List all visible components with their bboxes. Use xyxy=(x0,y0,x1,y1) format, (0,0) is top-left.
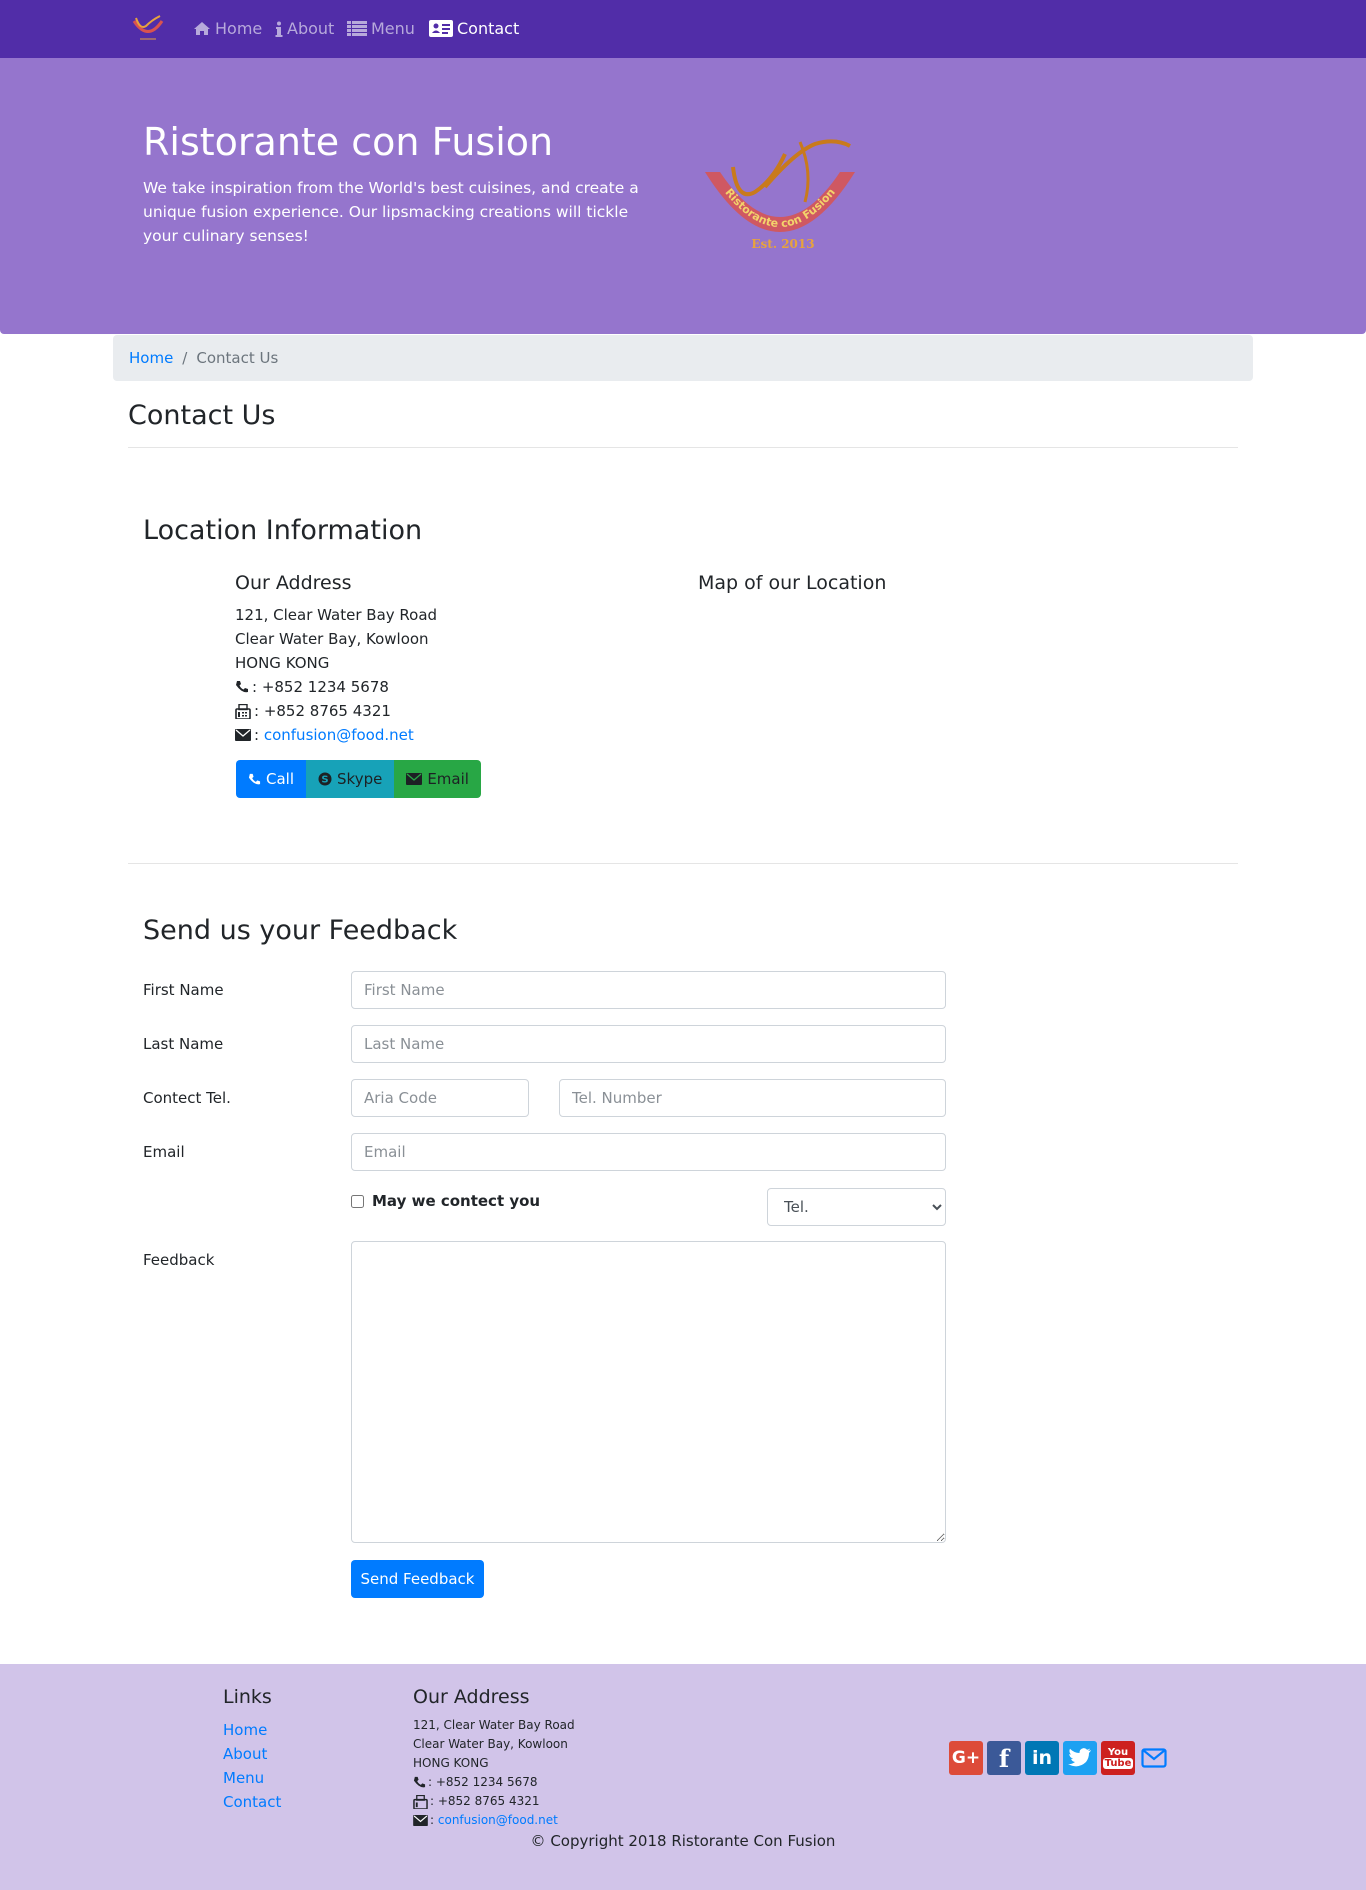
contact-checkbox[interactable] xyxy=(351,1194,364,1208)
breadcrumb-home-link[interactable]: Home xyxy=(129,349,173,367)
address-line: 121, Clear Water Bay Road xyxy=(235,606,438,624)
first-name-label: First Name xyxy=(143,981,224,999)
first-name-input[interactable] xyxy=(351,971,946,1009)
email-link[interactable]: confusion@food.net xyxy=(264,723,414,747)
address-block: 121, Clear Water Bay Road Clear Water Ba… xyxy=(235,603,437,747)
footer-email-line: : confusion@food.net xyxy=(413,1811,575,1830)
nav-contact[interactable]: Contact xyxy=(429,19,519,38)
email-line: : confusion@food.net xyxy=(235,723,437,747)
facebook-icon[interactable]: f xyxy=(987,1741,1021,1775)
twitter-icon[interactable] xyxy=(1063,1741,1097,1775)
nav-menu-label: Menu xyxy=(371,19,415,38)
email-button-label: Email xyxy=(427,770,469,788)
fax-line: : +852 8765 4321 xyxy=(235,699,437,723)
footer-address-block: 121, Clear Water Bay Road Clear Water Ba… xyxy=(413,1716,575,1830)
home-icon xyxy=(193,21,211,36)
address-line: Clear Water Bay, Kowloon xyxy=(235,630,429,648)
nav-home-label: Home xyxy=(215,19,263,38)
restaurant-logo: Ristorante con Fusion Est. 2013 xyxy=(705,139,855,251)
linkedin-icon[interactable]: in xyxy=(1025,1741,1059,1775)
area-code-input[interactable] xyxy=(351,1079,529,1117)
footer xyxy=(0,1664,1366,1890)
footer-address-heading: Our Address xyxy=(413,1686,530,1708)
address-line: HONG KONG xyxy=(235,654,330,672)
feedback-textarea[interactable] xyxy=(351,1241,946,1543)
contact-checkbox-label: May we contect you xyxy=(372,1192,541,1210)
envelope-icon[interactable] xyxy=(1139,1741,1169,1775)
footer-phone-line: : +852 1234 5678 xyxy=(413,1773,575,1792)
footer-links: Home About Menu Contact xyxy=(223,1718,281,1814)
call-button[interactable]: Call xyxy=(236,760,307,798)
nav-about[interactable]: About xyxy=(275,19,334,38)
contact-button-group: Call S Skype Email xyxy=(236,760,481,798)
fax-icon xyxy=(413,1794,428,1809)
breadcrumb-current: Contact Us xyxy=(196,349,279,367)
phone-number: : +852 1234 5678 xyxy=(252,678,389,696)
email-label: Email xyxy=(143,1143,185,1161)
divider xyxy=(128,447,1238,448)
brand-logo[interactable] xyxy=(128,12,168,46)
envelope-icon xyxy=(406,773,423,785)
feedback-heading: Send us your Feedback xyxy=(143,915,458,946)
footer-link-about[interactable]: About xyxy=(223,1742,281,1766)
breadcrumb: Home / Contact Us xyxy=(113,335,1253,381)
skype-button-label: Skype xyxy=(337,770,383,788)
nav-menu[interactable]: Menu xyxy=(347,19,415,38)
footer-address-line: HONG KONG xyxy=(413,1756,489,1770)
address-card-icon xyxy=(429,20,453,37)
phone-icon xyxy=(413,1776,426,1788)
nav-about-label: About xyxy=(287,19,335,38)
last-name-label: Last Name xyxy=(143,1035,224,1053)
footer-address-line: 121, Clear Water Bay Road xyxy=(413,1718,575,1732)
call-button-label: Call xyxy=(266,770,295,788)
email-input[interactable] xyxy=(351,1133,946,1171)
footer-address-line: Clear Water Bay, Kowloon xyxy=(413,1737,568,1751)
skype-icon: S xyxy=(318,772,332,786)
breadcrumb-separator: / xyxy=(182,349,188,367)
footer-fax-line: : +852 8765 4321 xyxy=(413,1792,575,1811)
divider xyxy=(128,863,1238,864)
page-title: Contact Us xyxy=(128,400,276,431)
google-plus-icon[interactable]: G+ xyxy=(949,1741,983,1775)
footer-email-prefix: : xyxy=(430,1813,435,1827)
last-name-input[interactable] xyxy=(351,1025,946,1063)
location-heading: Location Information xyxy=(143,515,423,546)
tel-label: Contect Tel. xyxy=(143,1089,231,1107)
info-icon xyxy=(275,21,283,37)
brand-description: We take inspiration from the World's bes… xyxy=(143,179,639,245)
send-feedback-button[interactable]: Send Feedback xyxy=(351,1560,484,1598)
fax-icon xyxy=(235,703,251,719)
map-heading: Map of our Location xyxy=(698,572,887,594)
list-icon xyxy=(347,21,367,36)
contact-method-select[interactable]: Tel. xyxy=(767,1188,946,1226)
brand-title: Ristorante con Fusion xyxy=(143,120,554,164)
social-links: G+ f in You Tube xyxy=(949,1741,1169,1775)
phone-line: : +852 1234 5678 xyxy=(235,675,437,699)
footer-phone-number: : +852 1234 5678 xyxy=(428,1775,538,1789)
footer-link-home[interactable]: Home xyxy=(223,1718,281,1742)
envelope-icon xyxy=(235,729,251,741)
copyright: © Copyright 2018 Ristorante Con Fusion xyxy=(530,1832,836,1850)
address-heading: Our Address xyxy=(235,572,352,594)
footer-link-menu[interactable]: Menu xyxy=(223,1766,281,1790)
feedback-label: Feedback xyxy=(143,1251,215,1269)
footer-fax-number: : +852 8765 4321 xyxy=(430,1794,540,1808)
svg-text:S: S xyxy=(321,775,328,786)
footer-email-link[interactable]: confusion@food.net xyxy=(438,1811,558,1830)
phone-icon xyxy=(236,681,248,693)
nav-contact-label: Contact xyxy=(457,19,520,38)
youtube-icon[interactable]: You Tube xyxy=(1101,1741,1135,1775)
fax-number: : +852 8765 4321 xyxy=(254,702,391,720)
tel-number-input[interactable] xyxy=(559,1079,946,1117)
email-prefix: : xyxy=(254,726,260,744)
footer-link-contact[interactable]: Contact xyxy=(223,1790,281,1814)
skype-button[interactable]: S Skype xyxy=(306,760,395,798)
footer-links-heading: Links xyxy=(223,1686,272,1708)
logo-est-text: Est. 2013 xyxy=(751,237,814,251)
contact-checkbox-row: May we contect you xyxy=(351,1192,540,1210)
nav-home[interactable]: Home xyxy=(193,19,262,38)
email-button[interactable]: Email xyxy=(394,760,481,798)
phone-icon xyxy=(248,773,261,784)
envelope-icon xyxy=(413,1815,428,1826)
